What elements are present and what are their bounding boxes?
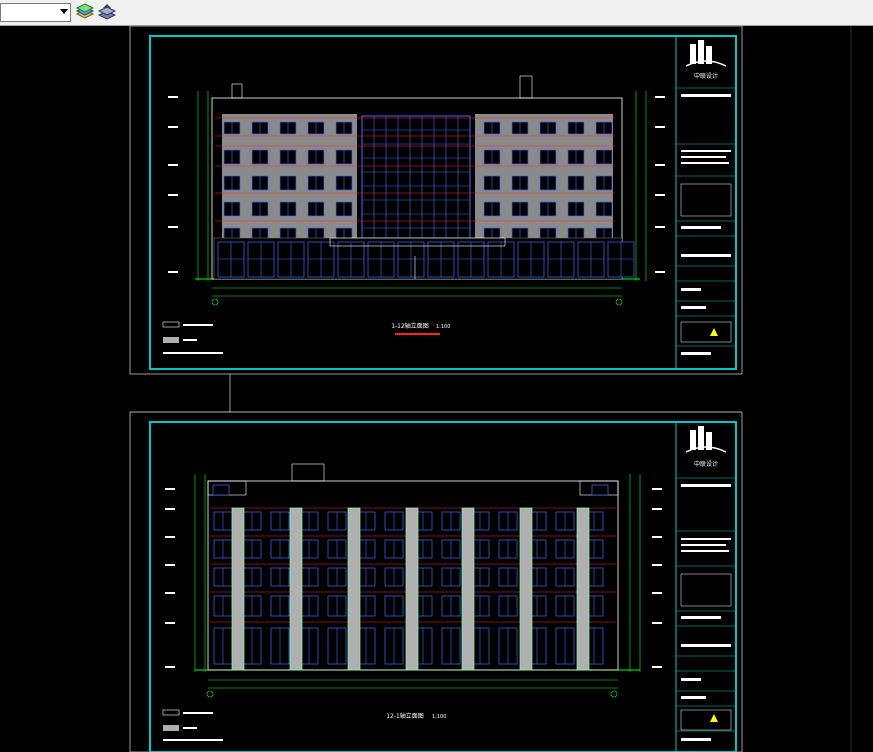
layer-combo[interactable] [0,3,71,22]
sheet-lower-title: 12-1轴立面图 [386,712,424,720]
pilaster [461,507,475,671]
window [212,484,230,496]
legend-swatch-wall [162,321,180,328]
drawing-svg: 中联设计 1-12轴立面图 1:100 中联设计 12-1轴立面图 1:100 [129,26,852,752]
pilaster [519,507,533,671]
sheet-upper-title: 1-12轴立面图 [391,322,429,330]
title-block-lower [675,421,737,752]
company-name-lower: 中联设计 [694,460,718,468]
company-name-upper: 中联设计 [694,72,718,80]
sheet-upper: 中联设计 1-12轴立面图 1:100 [129,26,743,375]
elevation-lower [165,463,662,698]
sheet-upper-scale: 1:100 [436,324,450,330]
legend-swatch-gray [163,337,179,343]
sheet-lower: 中联设计 12-1轴立面图 1:100 [129,411,743,752]
drawing-canvas[interactable]: 中联设计 1-12轴立面图 1:100 中联设计 12-1轴立面图 1:100 [0,26,873,752]
stamp-icon [710,714,718,722]
layer-states-button[interactable] [96,2,118,23]
layer-properties-button[interactable] [74,2,96,23]
pilaster [231,507,245,671]
window [591,484,609,496]
sheet-lower-scale: 1:100 [432,714,446,720]
pilaster [576,507,590,671]
legend-swatch-wall [162,709,180,716]
company-logo-icon [685,40,727,67]
layer-states-icon [97,4,117,20]
pilaster [347,507,361,671]
pilaster [405,507,419,671]
toolbar [0,0,873,26]
pilaster [289,507,303,671]
legend-swatch-gray [163,725,179,731]
company-logo-icon [685,426,727,453]
elevation-upper [168,75,665,306]
layer-properties-icon [75,3,95,19]
stamp-icon [710,328,718,336]
chevron-down-icon[interactable] [60,9,68,14]
title-block-upper [675,35,737,370]
